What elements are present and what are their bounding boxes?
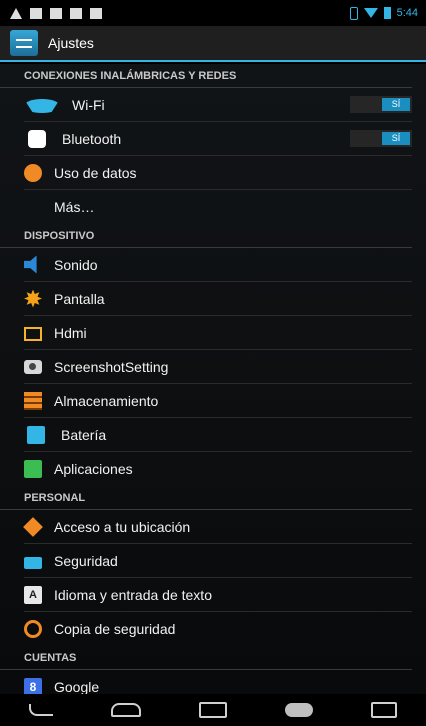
navigation-bar [0,694,426,726]
settings-item-screenshot[interactable]: ScreenshotSetting [24,350,412,384]
image-icon [30,7,42,19]
item-label: Idioma y entrada de texto [54,586,212,603]
warning-icon [10,7,22,19]
wifi-toggle[interactable]: SÍ [350,96,412,113]
clock: 5:44 [396,7,418,19]
settings-item-storage[interactable]: Almacenamiento [24,384,412,418]
app-notification-icon [70,7,82,19]
settings-item-security[interactable]: Seguridad [24,544,412,578]
google-icon: 8 [24,678,42,694]
storage-icon [24,391,42,410]
section-header-device: DISPOSITIVO [0,224,412,248]
item-label: Más… [54,199,95,215]
item-label: Almacenamiento [54,392,159,409]
item-label: ScreenshotSetting [54,358,169,375]
lock-icon [24,557,42,569]
location-icon [23,516,43,537]
toggle-state: SÍ [382,98,410,111]
section-header-accounts: CUENTAS [0,646,412,670]
mail-icon [50,7,62,19]
blank-icon-slot [24,198,42,216]
section-header-wireless: CONEXIONES INALÁMBRICAS Y REDES [0,64,412,88]
settings-item-hdmi[interactable]: Hdmi [24,316,412,350]
battery-status-icon [383,7,391,19]
item-label: Hdmi [54,324,87,341]
item-label: Seguridad [54,552,118,569]
apps-icon [24,460,42,478]
gamepad-icon[interactable] [285,703,313,717]
settings-item-battery[interactable]: Batería [24,418,412,452]
settings-item-more[interactable]: Más… [24,190,412,224]
brightness-icon [24,289,42,308]
item-label: Acceso a tu ubicación [54,518,191,535]
section-header-personal: PERSONAL [0,486,412,510]
status-bar: 5:44 [0,0,426,26]
settings-item-language[interactable]: A Idioma y entrada de texto [24,578,412,612]
settings-item-location[interactable]: Acceso a tu ubicación [23,510,412,544]
settings-app-icon[interactable] [10,30,38,56]
item-label: Aplicaciones [54,461,133,477]
settings-item-sound[interactable]: Sonido [24,248,412,282]
backup-icon [24,620,42,638]
settings-item-wifi[interactable]: Wi-Fi SÍ [24,88,412,122]
action-bar: Ajustes [0,26,426,62]
battery-icon [27,425,45,444]
bluetooth-status-icon [349,6,358,20]
settings-list[interactable]: CONEXIONES INALÁMBRICAS Y REDES Wi-Fi SÍ… [0,64,426,694]
camera-icon [24,359,42,374]
settings-item-data-usage[interactable]: Uso de datos [24,156,412,190]
item-label: Wi-Fi [72,96,105,113]
system-icons: 5:44 [349,6,418,20]
recent-apps-icon[interactable] [199,702,227,718]
notification-icons [10,7,102,19]
item-label: Copia de seguridad [54,621,176,637]
item-label: Bluetooth [62,130,122,147]
screenshot-icon[interactable] [371,702,397,718]
wifi-status-icon [363,8,378,18]
item-label: Pantalla [54,290,105,307]
settings-item-google[interactable]: 8 Google [24,670,412,694]
language-icon: A [24,585,42,604]
settings-item-bluetooth[interactable]: Bluetooth SÍ [24,122,412,156]
page-title: Ajustes [48,35,94,51]
media-icon [90,7,102,19]
item-label: Sonido [54,256,98,273]
item-label: Batería [61,426,107,443]
monitor-icon [24,326,42,341]
wifi-icon [24,98,60,113]
toggle-state: SÍ [382,132,410,145]
settings-item-backup[interactable]: Copia de seguridad [24,612,412,646]
home-icon[interactable] [111,703,141,717]
item-label: Uso de datos [54,164,137,181]
volume-icon [24,255,37,274]
back-icon[interactable] [29,704,53,716]
bluetooth-icon [28,129,46,148]
bluetooth-toggle[interactable]: SÍ [350,130,412,147]
data-usage-icon [24,163,42,182]
settings-item-display[interactable]: Pantalla [24,282,412,316]
settings-item-apps[interactable]: Aplicaciones [24,452,412,486]
item-label: Google [54,679,100,694]
